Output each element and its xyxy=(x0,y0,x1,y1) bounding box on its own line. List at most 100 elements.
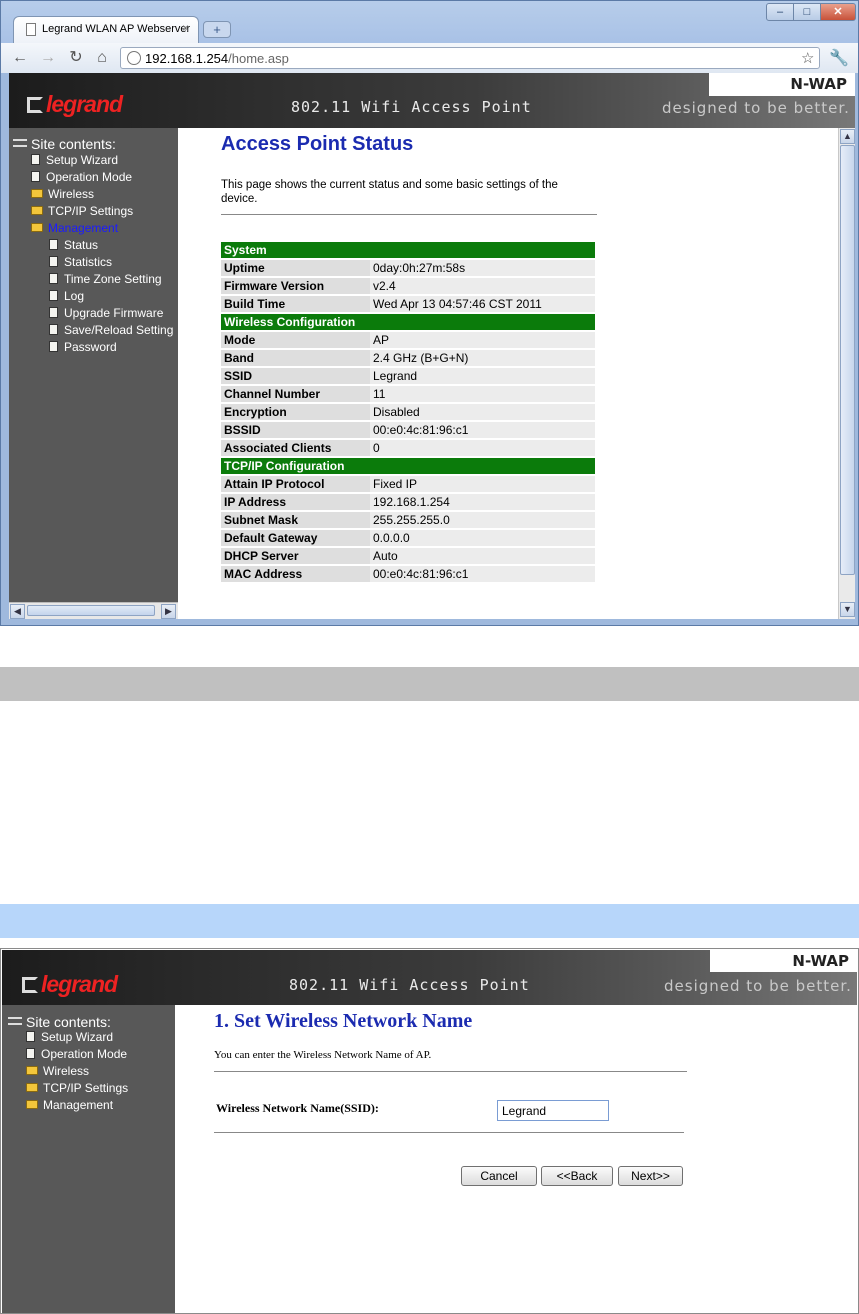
section-title: TCP/IP Configuration xyxy=(221,458,595,474)
back-arrow-icon[interactable]: ← xyxy=(9,48,31,68)
table-row: MAC Address 00:e0:4c:81:96:c1 xyxy=(221,566,595,582)
sidebar-item-status[interactable]: Status xyxy=(49,237,173,254)
document-icon xyxy=(49,256,58,267)
sidebar-item-password[interactable]: Password xyxy=(49,339,173,356)
scroll-up-icon[interactable]: ▲ xyxy=(840,129,855,144)
sidebar-item-wireless[interactable]: Wireless xyxy=(31,186,173,203)
home-icon[interactable]: ⌂ xyxy=(91,48,113,68)
address-bar[interactable]: 192.168.1.254/home.asp ☆ xyxy=(120,47,820,69)
content-vertical-scrollbar[interactable]: ▲ ▼ xyxy=(838,128,855,619)
sidebar-item-management[interactable]: Management xyxy=(26,1097,128,1114)
browser-window: Legrand WLAN AP Webserver × + – □ ✕ ← → … xyxy=(0,0,859,626)
sidebar-item-time-zone[interactable]: Time Zone Setting xyxy=(49,271,173,288)
sidebar-item-wireless[interactable]: Wireless xyxy=(26,1063,128,1080)
sidebar-item-label: Setup Wizard xyxy=(46,153,119,167)
table-row: Firmware Version v2.4 xyxy=(221,278,595,294)
table-row: Uptime 0day:0h:27m:58s xyxy=(221,260,595,276)
row-label: Firmware Version xyxy=(221,278,370,294)
table-row: Channel Number 11 xyxy=(221,386,595,402)
tab-title: Legrand WLAN AP Webserver xyxy=(42,23,191,35)
bookmark-star-icon[interactable]: ☆ xyxy=(801,49,814,67)
site-contents-heading: Site contents: xyxy=(13,136,116,152)
wrench-icon[interactable]: 🔧 xyxy=(829,48,849,68)
sidebar-item-setup-wizard[interactable]: Setup Wizard xyxy=(26,1029,128,1046)
page-description: This page shows the current status and s… xyxy=(221,179,558,205)
scroll-thumb[interactable] xyxy=(840,145,855,575)
row-label: Attain IP Protocol xyxy=(221,476,370,492)
tab-close-icon[interactable]: × xyxy=(182,21,189,35)
next-button[interactable]: Next>> xyxy=(618,1166,683,1186)
table-row: Mode AP xyxy=(221,332,595,348)
table-row: Default Gateway 0.0.0.0 xyxy=(221,530,595,546)
sidebar-item-label: Management xyxy=(48,221,119,235)
document-icon xyxy=(49,239,58,250)
tagline: designed to be better. xyxy=(664,977,852,995)
row-label: Associated Clients xyxy=(221,440,370,456)
maximize-button[interactable]: □ xyxy=(793,3,821,21)
scroll-down-icon[interactable]: ▼ xyxy=(840,602,855,617)
sidebar-item-upgrade-firmware[interactable]: Upgrade Firmware xyxy=(49,305,173,322)
sidebar-menu: Setup Wizard Operation Mode Wireless TCP… xyxy=(31,152,173,356)
ssid-input[interactable]: Legrand xyxy=(497,1100,609,1121)
sidebar-item-log[interactable]: Log xyxy=(49,288,173,305)
document-icon xyxy=(31,154,40,165)
sidebar-item-setup-wizard[interactable]: Setup Wizard xyxy=(31,152,173,169)
forward-arrow-icon[interactable]: → xyxy=(37,48,59,68)
reload-icon[interactable]: ↻ xyxy=(65,48,87,68)
scroll-thumb[interactable] xyxy=(27,605,155,616)
folder-open-icon xyxy=(31,223,43,232)
url-text: 192.168.1.254/home.asp xyxy=(145,51,289,66)
row-label: SSID xyxy=(221,368,370,384)
site-header: legrand 802.11 Wifi Access Point N-WAP d… xyxy=(2,950,857,1005)
logo-mark-icon xyxy=(27,97,43,113)
sidebar-item-statistics[interactable]: Statistics xyxy=(49,254,173,271)
section-header-row: System xyxy=(221,242,595,258)
sidebar-item-management[interactable]: Management xyxy=(31,220,173,237)
new-tab-button[interactable]: + xyxy=(203,21,231,38)
row-value: v2.4 xyxy=(370,278,595,294)
document-icon xyxy=(49,307,58,318)
divider xyxy=(214,1071,687,1072)
url-host: 192.168.1.254 xyxy=(145,51,229,66)
logo-text: legrand xyxy=(46,91,123,117)
cancel-button[interactable]: Cancel xyxy=(461,1166,537,1186)
row-label: Uptime xyxy=(221,260,370,276)
sidebar-horizontal-scrollbar[interactable]: ◀ ▶ xyxy=(9,602,178,619)
content-frame: Access Point Status This page shows the … xyxy=(178,128,838,619)
document-icon xyxy=(49,324,58,335)
sidebar-item-operation-mode[interactable]: Operation Mode xyxy=(31,169,173,186)
browser-tab[interactable]: Legrand WLAN AP Webserver × xyxy=(13,16,199,43)
close-window-button[interactable]: ✕ xyxy=(820,3,856,21)
logo-mark-icon xyxy=(22,977,38,993)
scroll-right-icon[interactable]: ▶ xyxy=(161,604,176,619)
document-icon xyxy=(26,1048,35,1059)
separator-band xyxy=(0,667,859,701)
site-header: legrand 802.11 Wifi Access Point N-WAP d… xyxy=(9,73,855,128)
separator-band xyxy=(0,904,859,938)
row-label: Build Time xyxy=(221,296,370,312)
sidebar-item-operation-mode[interactable]: Operation Mode xyxy=(26,1046,128,1063)
browser-toolbar: ← → ↻ ⌂ 192.168.1.254/home.asp ☆ 🔧 xyxy=(1,43,858,73)
sidebar-item-label: Wireless xyxy=(43,1064,90,1078)
sidebar-item-tcpip-settings[interactable]: TCP/IP Settings xyxy=(26,1080,128,1097)
row-value: Fixed IP xyxy=(370,476,595,492)
sidebar-item-tcpip-settings[interactable]: TCP/IP Settings xyxy=(31,203,173,220)
divider xyxy=(214,1132,684,1133)
row-label: DHCP Server xyxy=(221,548,370,564)
page-icon xyxy=(26,23,36,36)
scroll-left-icon[interactable]: ◀ xyxy=(10,604,25,619)
sidebar-item-label: Operation Mode xyxy=(41,1047,128,1061)
row-value: 00:e0:4c:81:96:c1 xyxy=(370,566,595,582)
product-name: 802.11 Wifi Access Point xyxy=(289,976,530,994)
sidebar-item-label: Statistics xyxy=(64,255,113,269)
sidebar-item-save-reload[interactable]: Save/Reload Setting xyxy=(49,322,173,339)
management-submenu: Status Statistics Time Zone Setting Log … xyxy=(31,237,173,356)
minimize-button[interactable]: – xyxy=(766,3,794,21)
model-badge: N-WAP xyxy=(710,950,857,972)
section-title: Wireless Configuration xyxy=(221,314,595,330)
back-button[interactable]: <<Back xyxy=(541,1166,613,1186)
sidebar-item-label: Status xyxy=(64,238,99,252)
site-icon xyxy=(13,139,27,147)
row-label: IP Address xyxy=(221,494,370,510)
section-title: System xyxy=(221,242,595,258)
